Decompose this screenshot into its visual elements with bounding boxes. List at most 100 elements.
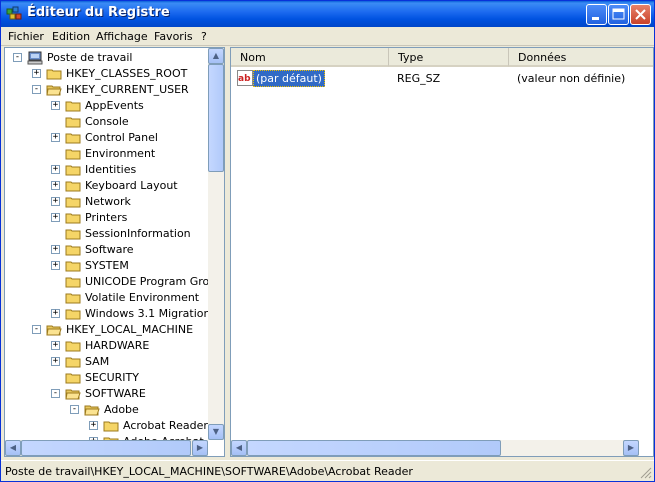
tree-hscrollbar[interactable]: ◀ ▶ xyxy=(5,440,208,456)
tree-node-label: SECURITY xyxy=(85,371,139,384)
close-icon xyxy=(635,9,646,20)
column-header-type[interactable]: Type xyxy=(389,48,509,67)
tree-vscrollbar[interactable]: ▲ ▼ xyxy=(208,48,224,440)
folder-icon xyxy=(65,149,81,160)
expand-icon[interactable]: + xyxy=(51,133,60,142)
folder-icon xyxy=(65,373,81,384)
menu-help[interactable]: ? xyxy=(201,30,207,43)
expand-icon[interactable]: + xyxy=(51,213,60,222)
computer-icon xyxy=(27,51,43,65)
tree-node[interactable]: + Keyboard Layout xyxy=(5,178,205,194)
tree-node-label: SYSTEM xyxy=(85,259,129,272)
menu-favoris[interactable]: Favoris xyxy=(154,30,193,43)
expand-icon[interactable]: + xyxy=(51,197,60,206)
tree-node[interactable]: - SOFTWARE xyxy=(5,386,205,402)
folder-icon xyxy=(65,101,81,112)
collapse-icon[interactable]: - xyxy=(13,53,22,62)
folder-open-icon xyxy=(65,389,81,400)
tree-hscroll-thumb[interactable] xyxy=(21,440,191,456)
close-button[interactable] xyxy=(630,4,651,25)
expand-icon[interactable]: + xyxy=(51,101,60,110)
tree-node-label: Network xyxy=(85,195,131,208)
column-header-nom[interactable]: Nom xyxy=(231,48,389,67)
tree-node[interactable]: + Windows 3.1 Migration St xyxy=(5,306,224,322)
tree-node[interactable]: UNICODE Program Group xyxy=(5,274,223,290)
folder-icon xyxy=(46,69,62,80)
list-scroll-left-button[interactable]: ◀ xyxy=(231,440,247,456)
folder-icon xyxy=(65,181,81,192)
expand-icon[interactable]: + xyxy=(51,261,60,270)
maximize-icon xyxy=(612,8,625,20)
expand-icon[interactable]: + xyxy=(51,357,60,366)
tree-node[interactable]: SessionInformation xyxy=(5,226,205,242)
expand-icon[interactable]: + xyxy=(89,421,98,430)
folder-icon xyxy=(65,261,81,272)
list-hscrollbar[interactable]: ◀ ▶ xyxy=(231,440,639,456)
tree-node[interactable]: - HKEY_LOCAL_MACHINE xyxy=(5,322,205,338)
maximize-button[interactable] xyxy=(608,4,629,25)
tree-node[interactable]: + AppEvents xyxy=(5,98,205,114)
menu-affichage[interactable]: Affichage xyxy=(96,30,148,43)
expand-icon[interactable]: + xyxy=(51,181,60,190)
expand-icon[interactable]: + xyxy=(51,165,60,174)
collapse-icon[interactable]: - xyxy=(32,325,41,334)
tree-node-label: Volatile Environment xyxy=(85,291,200,304)
menu-fichier[interactable]: Fichier xyxy=(8,30,44,43)
collapse-icon[interactable]: - xyxy=(70,405,79,414)
scroll-right-button[interactable]: ▶ xyxy=(192,440,208,456)
tree-node-label: Console xyxy=(85,115,129,128)
scroll-left-button[interactable]: ◀ xyxy=(5,440,21,456)
tree-node-label: Identities xyxy=(85,163,137,176)
tree-node[interactable]: - HKEY_CURRENT_USER xyxy=(5,82,205,98)
expand-icon[interactable]: + xyxy=(51,341,60,350)
expand-icon[interactable]: + xyxy=(32,69,41,78)
expand-icon[interactable]: + xyxy=(51,309,60,318)
registry-tree[interactable]: - Poste de travail + HKEY_CLASSES_ROOT - HKEY… xyxy=(4,47,225,457)
tree-vscroll-thumb[interactable] xyxy=(208,64,224,172)
tree-node[interactable]: + Printers xyxy=(5,210,205,226)
list-scroll-right-button[interactable]: ▶ xyxy=(623,440,639,456)
menu-edition[interactable]: Edition xyxy=(52,30,90,43)
tree-node[interactable]: + Network xyxy=(5,194,205,210)
tree-node[interactable]: SECURITY xyxy=(5,370,205,386)
tree-node[interactable]: + SAM xyxy=(5,354,205,370)
tree-node[interactable]: - Adobe xyxy=(5,402,205,418)
value-name: (par défaut) xyxy=(253,70,325,87)
svg-text:ab: ab xyxy=(238,74,251,84)
folder-open-icon xyxy=(46,325,62,336)
title-bar[interactable]: Éditeur du Registre xyxy=(1,1,654,27)
folder-icon xyxy=(65,197,81,208)
tree-node[interactable]: Environment xyxy=(5,146,205,162)
folder-icon xyxy=(65,165,81,176)
collapse-icon[interactable]: - xyxy=(51,389,60,398)
minimize-button[interactable] xyxy=(586,4,607,25)
tree-node[interactable]: + SYSTEM xyxy=(5,258,205,274)
tree-node[interactable]: + Control Panel xyxy=(5,130,205,146)
tree-node[interactable]: + Identities xyxy=(5,162,205,178)
folder-icon xyxy=(65,117,81,128)
list-hscroll-thumb[interactable] xyxy=(247,440,501,456)
expand-icon[interactable]: + xyxy=(51,245,60,254)
regedit-window: Éditeur du Registre Fichier Edition Affi… xyxy=(0,0,655,482)
tree-node-label: SOFTWARE xyxy=(85,387,146,400)
tree-node[interactable]: + HKEY_CLASSES_ROOT xyxy=(5,66,205,82)
window-title: Éditeur du Registre xyxy=(27,5,170,20)
scroll-down-button[interactable]: ▼ xyxy=(208,424,224,440)
tree-node[interactable]: Console xyxy=(5,114,205,130)
value-data: (valeur non définie) xyxy=(517,72,626,85)
tree-node[interactable]: + Software xyxy=(5,242,205,258)
tree-node[interactable]: + HARDWARE xyxy=(5,338,205,354)
values-list[interactable]: Nom Type Données ab (par défaut) REG_SZ … xyxy=(230,47,654,457)
resize-grip-icon[interactable] xyxy=(640,467,652,479)
tree-node[interactable]: - Poste de travail xyxy=(5,50,205,66)
scroll-up-button[interactable]: ▲ xyxy=(208,48,224,64)
folder-icon xyxy=(65,293,81,304)
tree-node-label: AppEvents xyxy=(85,99,144,112)
collapse-icon[interactable]: - xyxy=(32,85,41,94)
folder-icon xyxy=(65,357,81,368)
folder-open-icon xyxy=(46,85,62,96)
column-header-donnees[interactable]: Données xyxy=(509,48,653,67)
tree-node[interactable]: + Acrobat Reader xyxy=(5,418,208,434)
string-value-icon: ab xyxy=(237,70,253,86)
tree-node[interactable]: Volatile Environment xyxy=(5,290,205,306)
